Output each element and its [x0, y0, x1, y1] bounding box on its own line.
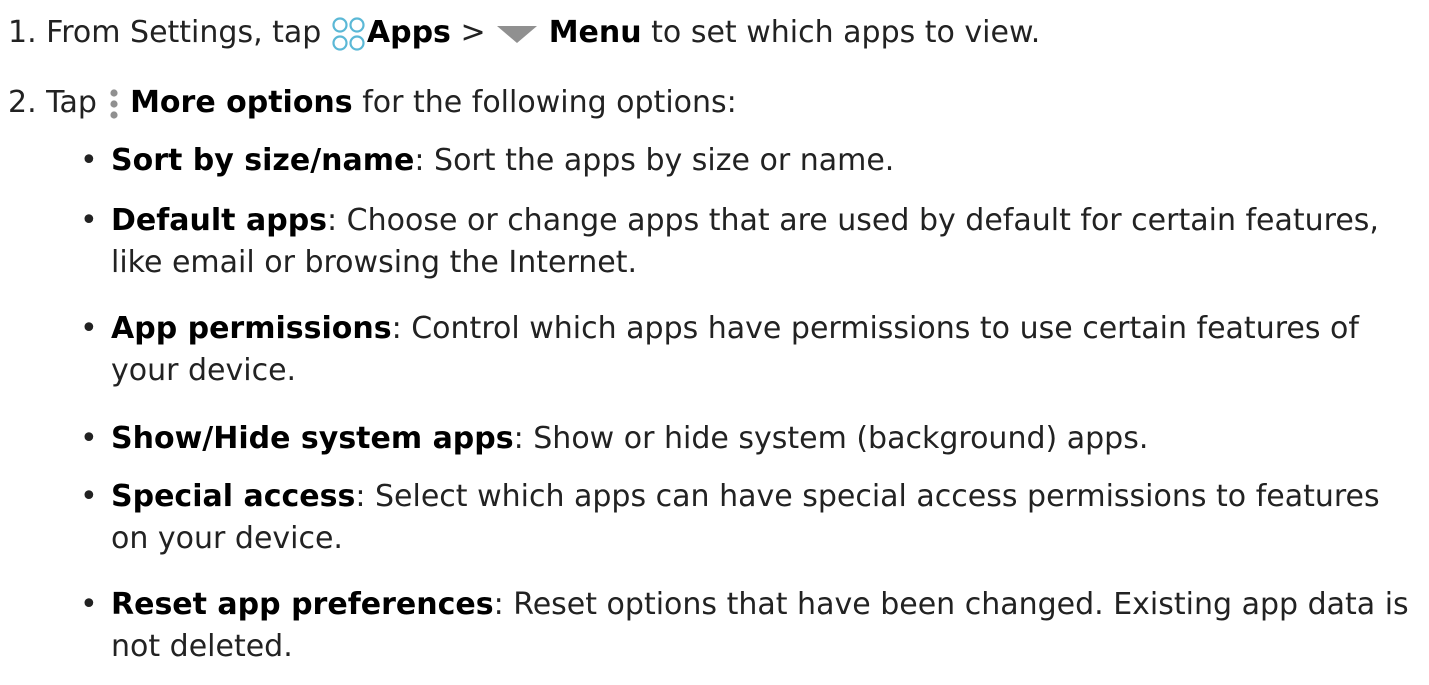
step-text: From Settings, tap	[46, 15, 322, 50]
menu-dropdown-triangle-icon	[495, 23, 539, 45]
step-2: 2. Tap More options for the following op…	[8, 82, 737, 124]
step-number: 2.	[8, 85, 37, 120]
list-item-text: Default apps: Choose or change apps that…	[111, 200, 1410, 284]
step-text: for the following options:	[362, 85, 737, 120]
option-term: Show/Hide system apps	[111, 421, 514, 456]
list-item-text: Reset app preferences: Reset options tha…	[111, 584, 1410, 668]
bullet-glyph: •	[80, 143, 98, 178]
separator: >	[460, 15, 486, 50]
more-options-label: More options	[130, 85, 353, 120]
step-text: Tap	[46, 85, 97, 120]
option-term: Special access	[111, 479, 356, 514]
list-item-text: App permissions: Control which apps have…	[111, 308, 1410, 392]
bullet-glyph: •	[80, 587, 98, 622]
apps-grid-icon	[331, 16, 367, 51]
list-item-text: Show/Hide system apps: Show or hide syst…	[111, 418, 1410, 460]
bullet-glyph: •	[80, 311, 98, 346]
bullet-glyph: •	[80, 421, 98, 456]
bullet-glyph: •	[80, 479, 98, 514]
option-description: : Sort the apps by size or name.	[414, 143, 895, 178]
bullet-glyph: •	[80, 203, 98, 238]
option-term: Reset app preferences	[111, 587, 494, 622]
menu-label: Menu	[548, 15, 642, 50]
option-term: Default apps	[111, 203, 328, 238]
list-item-text: Special access: Select which apps can ha…	[111, 476, 1410, 560]
step-1: 1. From Settings, tap Apps > Menu to set…	[8, 12, 1040, 54]
step-text: to set which apps to view.	[651, 15, 1041, 50]
option-description: : Show or hide system (background) apps.	[513, 421, 1149, 456]
step-number: 1.	[8, 15, 37, 50]
option-term: Sort by size/name	[111, 143, 415, 178]
document: 1. From Settings, tap Apps > Menu to set…	[0, 0, 1429, 685]
list-item-text: Sort by size/name: Sort the apps by size…	[111, 140, 1410, 182]
option-term: App permissions	[111, 311, 392, 346]
apps-label: Apps	[366, 15, 451, 50]
more-options-vertical-dots-icon	[107, 87, 121, 121]
